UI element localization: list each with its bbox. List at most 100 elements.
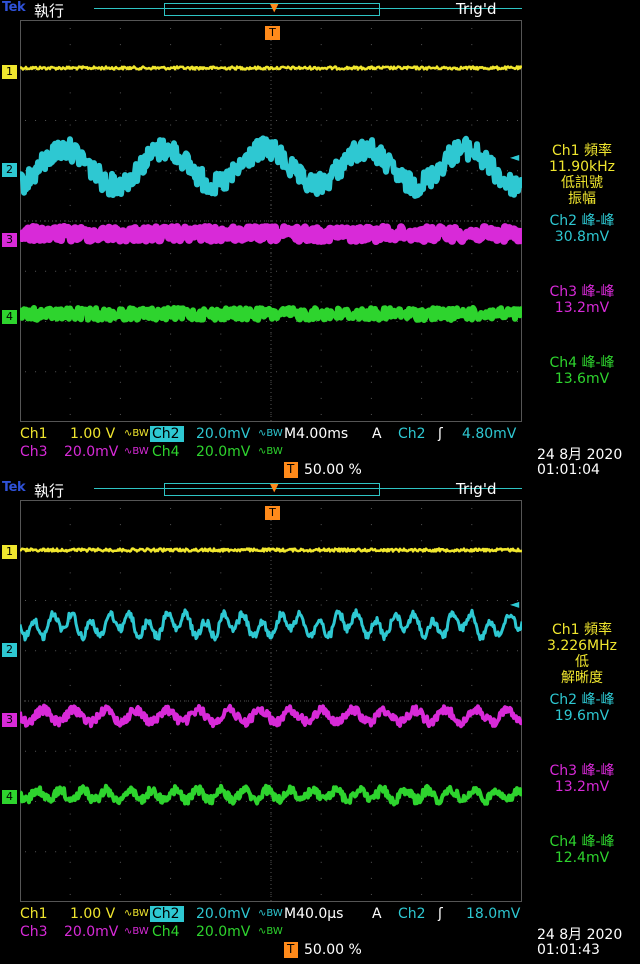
- grid-dot: [69, 76, 71, 78]
- trigger-source[interactable]: Ch2: [398, 426, 426, 442]
- ch4-ground-marker[interactable]: 4: [2, 310, 17, 324]
- grid-dot: [170, 269, 172, 271]
- grid-dot: [69, 508, 71, 510]
- trigger-time-marker[interactable]: T: [265, 26, 280, 40]
- ch4-label[interactable]: Ch4: [152, 444, 180, 460]
- ch2-ground-marker[interactable]: 2: [2, 163, 17, 177]
- grid-dot: [446, 801, 448, 802]
- grid-dot: [471, 829, 473, 831]
- grid-dot: [346, 750, 348, 752]
- grid-dot: [220, 829, 222, 831]
- grid-dot: [370, 301, 372, 303]
- trigger-position[interactable]: 50.00 %: [304, 462, 362, 478]
- grid-dot: [421, 44, 423, 46]
- grid-dot: [135, 801, 137, 802]
- grid-dot: [416, 120, 418, 121]
- ch1-label[interactable]: Ch1: [20, 906, 48, 922]
- grid-dot: [135, 120, 137, 121]
- grid-dot: [376, 650, 378, 652]
- ch1-scale: 1.00 V: [70, 906, 116, 922]
- grid-dot: [466, 120, 468, 121]
- trigger-position[interactable]: 50.00 %: [304, 942, 362, 958]
- trigger-level[interactable]: 18.0mV: [466, 906, 520, 922]
- grid-dot: [175, 120, 177, 121]
- ch4-label[interactable]: Ch4: [152, 924, 180, 940]
- grid-dot: [421, 76, 423, 78]
- grid-dot: [35, 270, 37, 272]
- grid-dot: [95, 69, 97, 71]
- grid-dot: [320, 204, 322, 206]
- grid-dot: [105, 700, 107, 702]
- grid-dot: [69, 877, 71, 879]
- grid-dot: [471, 508, 473, 510]
- ch3-ground-marker[interactable]: 3: [2, 233, 17, 247]
- ch4-ground-marker[interactable]: 4: [2, 790, 17, 804]
- grid-dot: [69, 604, 71, 606]
- grid-dot: [119, 829, 121, 831]
- grid-dot: [356, 270, 358, 272]
- grid-dot: [476, 120, 478, 121]
- grid-dot: [476, 600, 478, 601]
- grid-dot: [220, 604, 222, 606]
- grid-dot: [115, 170, 117, 172]
- ch2-ground-marker[interactable]: 2: [2, 643, 17, 657]
- grid-dot: [95, 750, 97, 752]
- grid-dot: [220, 124, 222, 126]
- graticule[interactable]: [20, 500, 522, 902]
- grid-dot: [396, 750, 398, 752]
- grid-dot: [286, 321, 288, 322]
- grid-dot: [370, 172, 372, 174]
- grid-dot: [119, 108, 121, 110]
- grid-dot: [170, 108, 172, 110]
- grid-dot: [25, 270, 27, 272]
- ch3-ground-marker[interactable]: 3: [2, 713, 17, 727]
- ch1-ground-marker[interactable]: 1: [2, 545, 17, 559]
- grid-dot: [426, 750, 428, 752]
- grid-dot: [476, 650, 478, 652]
- grid-dot: [170, 684, 172, 686]
- grid-dot: [255, 170, 257, 172]
- grid-dot: [396, 851, 398, 853]
- settings-readout: Ch1 1.00 V ∿BW Ch2 20.0mV ∿BW M40.0µs A …: [0, 904, 640, 964]
- grid-dot: [306, 650, 308, 652]
- grid-dot: [255, 371, 257, 373]
- grid-dot: [215, 600, 217, 601]
- grid-dot: [125, 650, 127, 652]
- grid-dot: [466, 750, 468, 752]
- grid-dot: [220, 524, 222, 526]
- grid-dot: [326, 700, 328, 702]
- grid-dot: [145, 700, 147, 702]
- timebase[interactable]: M4.00ms: [284, 426, 348, 442]
- grid-dot: [316, 801, 318, 802]
- timebase[interactable]: M40.0µs: [284, 906, 343, 922]
- grid-dot: [170, 781, 172, 783]
- grid-dot: [115, 270, 117, 272]
- acquisition-mode[interactable]: 執行: [34, 480, 64, 501]
- grid-dot: [145, 321, 147, 322]
- ch2-label[interactable]: Ch2: [152, 426, 180, 442]
- grid-dot: [320, 845, 322, 847]
- grid-dot: [45, 851, 47, 853]
- acquisition-mode[interactable]: 執行: [34, 0, 64, 21]
- grid-dot: [506, 600, 508, 601]
- trigger-source[interactable]: Ch2: [398, 906, 426, 922]
- grid-dot: [235, 650, 237, 652]
- graticule[interactable]: [20, 20, 522, 422]
- ch1-ground-marker[interactable]: 1: [2, 65, 17, 79]
- grid-dot: [346, 321, 348, 322]
- ch3-label[interactable]: Ch3: [20, 924, 48, 940]
- grid-dot: [119, 733, 121, 735]
- ch1-label[interactable]: Ch1: [20, 426, 48, 442]
- grid-dot: [421, 877, 423, 879]
- grid-dot: [336, 120, 338, 121]
- ch3-meas-value: 13.2mV: [554, 779, 610, 795]
- grid-dot: [225, 650, 227, 652]
- grid-dot: [115, 600, 117, 601]
- grid-dot: [286, 220, 288, 222]
- ch3-label[interactable]: Ch3: [20, 444, 48, 460]
- grid-dot: [205, 220, 207, 222]
- trigger-level[interactable]: 4.80mV: [462, 426, 516, 442]
- ch2-label[interactable]: Ch2: [152, 906, 180, 922]
- trigger-time-marker[interactable]: T: [265, 506, 280, 520]
- grid-dot: [320, 140, 322, 142]
